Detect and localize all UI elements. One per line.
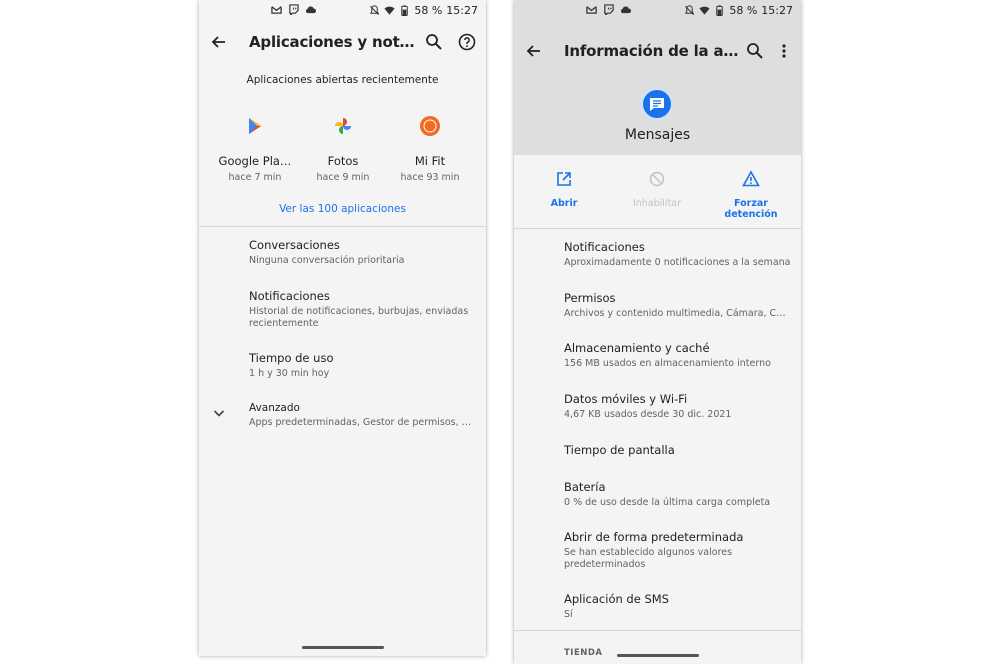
disable-icon [649,171,665,187]
item-subtitle: Se han establecido algunos valores prede… [564,547,733,570]
force-stop-label: Forzar detención [724,198,778,220]
item-subtitle: Ninguna conversación prioritaria [249,255,405,266]
recent-app-google-play[interactable]: Google Pla… hace 7 min [210,115,300,183]
messages-app-icon [641,88,673,120]
disable-label: Inhabilitar [632,198,682,209]
recent-app-name: Mi Fit [414,154,446,168]
cloud-icon [305,6,316,14]
force-stop-button[interactable]: Forzar detención [706,170,796,220]
open-label: Abrir [550,198,578,209]
item-title: Permisos [564,291,616,305]
recent-app-time: hace 93 min [400,172,460,183]
item-tiempo-de-pantalla[interactable]: Tiempo de pantalla [564,443,791,457]
item-tiempo-de-uso[interactable]: Tiempo de uso 1 h y 30 min hoy [249,351,476,380]
gmail-icon [271,6,282,14]
item-conversaciones[interactable]: Conversaciones Ninguna conversación prio… [249,238,476,267]
wifi-icon [699,6,710,15]
item-title: Tiempo de pantalla [564,443,675,457]
battery-percent: 58 % [729,4,758,17]
twitch-icon [604,4,614,15]
page-title: Información de la aplicac… [564,42,739,60]
item-title: Datos móviles y Wi-Fi [564,392,688,406]
google-play-icon [249,118,261,134]
gesture-nav-handle[interactable] [616,654,699,657]
mi-fit-icon [420,116,440,136]
more-vert-icon[interactable] [774,41,794,61]
item-subtitle: Apps predeterminadas, Gestor de permisos… [249,417,476,428]
item-subtitle: 0 % de uso desde la última carga complet… [564,497,771,508]
status-bar: 58 % 15:27 [199,0,486,22]
item-abrir-predeterminada[interactable]: Abrir de forma predeterminada Se han est… [564,530,791,570]
item-title: Conversaciones [249,238,340,252]
battery-percent: 58 % [414,4,443,17]
item-subtitle: Historial de notificaciones, burbujas, e… [249,306,469,329]
toolbar: Información de la aplicac… [514,31,801,71]
clock: 15:27 [446,4,478,17]
item-title: Almacenamiento y caché [564,341,710,355]
gmail-icon [586,6,597,14]
wifi-icon [384,6,395,15]
right-phone-screen: 58 % 15:27 Información de la aplicac… Me… [514,0,801,664]
left-phone-screen: 58 % 15:27 Aplicaciones y notificaci… Ap… [199,0,486,656]
back-arrow-icon[interactable] [524,41,544,61]
item-subtitle: 156 MB usados en almacenamiento interno [564,358,771,369]
page-title: Aplicaciones y notificaci… [249,33,419,51]
see-all-apps-link[interactable]: Ver las 100 aplicaciones [199,203,486,215]
item-almacenamiento[interactable]: Almacenamiento y caché 156 MB usados en … [564,341,791,370]
item-title: Abrir de forma predeterminada [564,530,744,544]
twitch-icon [289,4,299,15]
recent-app-fotos[interactable]: Fotos hace 9 min [298,115,388,183]
recent-app-mi-fit[interactable]: Mi Fit hace 93 min [385,115,475,183]
back-arrow-icon[interactable] [209,32,229,52]
help-icon[interactable] [457,32,477,52]
warning-icon [742,170,760,187]
battery-icon [401,5,409,16]
item-aplicacion-sms[interactable]: Aplicación de SMS Sí [564,592,791,621]
google-photos-icon [335,118,351,134]
disable-button[interactable]: Inhabilitar [612,170,702,209]
recent-app-time: hace 7 min [228,172,282,183]
gesture-nav-handle[interactable] [301,646,384,649]
item-subtitle: Sí [564,609,573,620]
app-name: Mensajes [624,127,691,143]
item-bateria[interactable]: Batería 0 % de uso desde la última carga… [564,480,791,509]
item-datos-moviles[interactable]: Datos móviles y Wi-Fi 4,67 KB usados des… [564,392,791,421]
cloud-icon [620,6,631,14]
item-subtitle: 4,67 KB usados desde 30 dic. 2021 [564,409,732,420]
recent-apps-heading: Aplicaciones abiertas recientemente [246,74,439,86]
search-icon[interactable] [424,32,444,52]
divider [514,228,801,229]
item-subtitle: Aproximadamente 0 notificaciones a la se… [564,257,791,268]
battery-icon [716,5,724,16]
item-subtitle: Archivos y contenido multimedia, Cámara,… [564,308,791,319]
item-permisos[interactable]: Permisos Archivos y contenido multimedia… [564,291,791,320]
item-title: Avanzado [249,402,300,414]
item-title: Notificaciones [249,289,330,303]
item-title: Batería [564,480,606,494]
item-title: Aplicación de SMS [564,592,669,606]
item-title: Tiempo de uso [249,351,334,365]
toolbar: Aplicaciones y notificaci… [199,22,486,62]
do-not-disturb-icon [685,5,695,16]
recent-app-name: Google Pla… [218,154,292,168]
search-icon[interactable] [745,41,765,61]
chat-bubble-icon [650,98,664,111]
open-external-icon [557,172,571,186]
clock: 15:27 [761,4,793,17]
item-title: Notificaciones [564,240,645,254]
section-label-tienda: TIENDA [564,648,603,658]
chevron-down-icon[interactable] [211,405,227,421]
divider [514,630,801,631]
open-button[interactable]: Abrir [519,170,609,209]
item-notificaciones[interactable]: Notificaciones Aproximadamente 0 notific… [564,240,791,269]
do-not-disturb-icon [370,5,380,16]
item-subtitle: 1 h y 30 min hoy [249,368,330,379]
recent-app-name: Fotos [327,154,359,168]
item-avanzado[interactable]: Avanzado Apps predeterminadas, Gestor de… [249,402,476,429]
item-notificaciones[interactable]: Notificaciones Historial de notificacion… [249,289,476,329]
divider [199,226,486,227]
status-bar: 58 % 15:27 [514,0,801,22]
recent-app-time: hace 9 min [316,172,370,183]
